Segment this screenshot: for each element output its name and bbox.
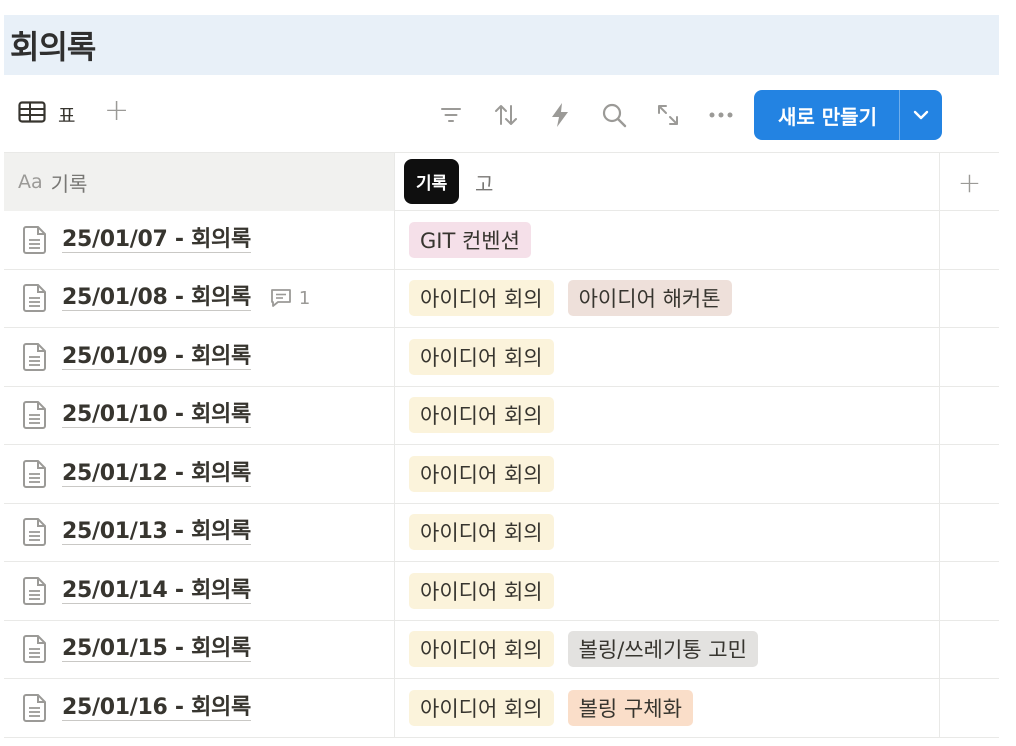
search-icon[interactable] [600,101,628,129]
title-cell[interactable]: 25/01/12 - 회의록 [4,445,395,503]
row-title-link[interactable]: 25/01/16 - 회의록 [62,695,251,721]
document-icon [20,693,50,723]
row-title-link[interactable]: 25/01/07 - 회의록 [62,227,251,253]
empty-cell[interactable] [940,270,999,328]
table-row[interactable]: 25/01/12 - 회의록 아이디어 회의 [4,445,999,504]
tags-cell[interactable]: 아이디어 회의 볼링 구체화 [395,679,940,737]
comment-count: 1 [298,287,311,309]
tags-cell[interactable]: 아이디어 회의 [395,562,940,620]
table-row[interactable]: 25/01/14 - 회의록 아이디어 회의 [4,562,999,621]
document-icon [20,225,50,255]
title-cell[interactable]: 25/01/14 - 회의록 [4,562,395,620]
document-icon [20,400,50,430]
document-icon [20,634,50,664]
tags-cell[interactable]: 아이디어 회의 [395,386,940,444]
lightning-icon[interactable] [546,101,574,129]
column-header-title[interactable]: Aa 기록 [4,153,395,211]
row-title-link[interactable]: 25/01/14 - 회의록 [62,578,251,604]
empty-cell[interactable] [940,328,999,386]
column-header-label: 기록 [50,171,88,196]
table-row[interactable]: 25/01/16 - 회의록 아이디어 회의 볼링 구체화 [4,679,999,738]
empty-cell[interactable] [940,387,999,445]
row-title-link[interactable]: 25/01/12 - 회의록 [62,461,251,487]
title-cell[interactable]: 25/01/15 - 회의록 [4,620,395,678]
tag: 아이디어 해커톤 [567,280,732,317]
document-icon [20,342,50,372]
tag: GIT 컨벤션 [409,221,531,258]
new-button[interactable]: 새로 만들기 [754,90,942,140]
tag: 아이디어 회의 [409,572,554,609]
title-bar: 회의록 [4,15,999,75]
document-icon [20,283,50,313]
title-cell[interactable]: 25/01/08 - 회의록 1 [4,269,395,327]
tags-cell[interactable]: 아이디어 회의 [395,328,940,386]
table-row[interactable]: 25/01/07 - 회의록 GIT 컨벤션 [4,211,999,270]
sort-icon[interactable] [492,101,520,129]
tag: 볼링/쓰레기통 고민 [567,631,758,668]
tags-cell[interactable]: 아이디어 회의 아이디어 해커톤 [395,269,940,327]
comment-icon [269,286,293,310]
view-tab-table[interactable]: 표 [18,101,75,128]
expand-icon[interactable] [654,101,682,129]
tag: 아이디어 회의 [409,397,554,434]
toolbar: 표 + 새로 만들기 [4,88,999,142]
row-title-link[interactable]: 25/01/10 - 회의록 [62,402,251,429]
title-cell[interactable]: 25/01/07 - 회의록 [4,211,395,269]
document-icon [20,517,50,547]
tag: 아이디어 회의 [409,280,554,317]
tag: 아이디어 회의 [409,689,554,726]
new-button-label[interactable]: 새로 만들기 [754,101,899,130]
title-cell[interactable]: 25/01/09 - 회의록 [4,328,395,386]
more-icon[interactable] [707,101,735,129]
tags-cell[interactable]: 아이디어 회의 볼링/쓰레기통 고민 [395,620,940,678]
comment-indicator[interactable]: 1 [269,286,310,310]
add-column-button[interactable]: + [940,153,999,211]
empty-cell[interactable] [940,504,999,562]
tag: 아이디어 회의 [409,631,554,668]
row-title-link[interactable]: 25/01/15 - 회의록 [62,636,251,663]
add-view-button[interactable]: + [104,96,129,126]
table-row[interactable]: 25/01/08 - 회의록 1 아이디어 회의 아이디어 해커톤 [4,269,999,328]
title-cell[interactable]: 25/01/16 - 회의록 [4,679,395,737]
table-row[interactable]: 25/01/15 - 회의록 아이디어 회의 볼링/쓰레기통 고민 [4,620,999,679]
row-title-link[interactable]: 25/01/08 - 회의록 [62,285,251,312]
page-title[interactable]: 회의록 [10,22,96,68]
tag: 아이디어 회의 [409,455,554,492]
database-table: Aa 기록 고 + 기록 25/01/07 - 회의록 GIT 컨벤션 25/01/… [4,152,999,738]
table-body: 25/01/07 - 회의록 GIT 컨벤션 25/01/08 - 회의록 1 아이디어… [4,211,999,738]
document-icon [20,459,50,489]
filter-icon[interactable] [437,101,465,129]
tag: 아이디어 회의 [409,514,554,551]
empty-cell[interactable] [940,562,999,620]
view-tab-label: 표 [58,105,76,127]
table-row[interactable]: 25/01/10 - 회의록 아이디어 회의 [4,386,999,445]
text-type-icon: Aa [18,171,43,193]
table-row[interactable]: 25/01/13 - 회의록 아이디어 회의 [4,503,999,562]
column-header-tags[interactable]: 고 [395,153,940,211]
empty-cell[interactable] [940,621,999,679]
title-cell[interactable]: 25/01/10 - 회의록 [4,386,395,444]
row-title-link[interactable]: 25/01/13 - 회의록 [62,519,251,546]
table-icon [18,101,46,128]
tooltip: 기록 [404,159,460,204]
empty-cell[interactable] [940,445,999,503]
chevron-down-icon[interactable] [900,109,942,121]
tag: 아이디어 회의 [409,338,554,375]
tag: 볼링 구체화 [567,689,693,726]
title-cell[interactable]: 25/01/13 - 회의록 [4,503,395,561]
tags-cell[interactable]: 아이디어 회의 [395,503,940,561]
row-title-link[interactable]: 25/01/09 - 회의록 [62,344,251,370]
table-row[interactable]: 25/01/09 - 회의록 아이디어 회의 [4,328,999,387]
tags-cell[interactable]: GIT 컨벤션 [395,211,940,269]
empty-cell[interactable] [940,679,999,737]
document-icon [20,576,50,606]
table-header: Aa 기록 고 + 기록 [4,152,999,211]
tags-cell[interactable]: 아이디어 회의 [395,445,940,503]
empty-cell[interactable] [940,211,999,269]
